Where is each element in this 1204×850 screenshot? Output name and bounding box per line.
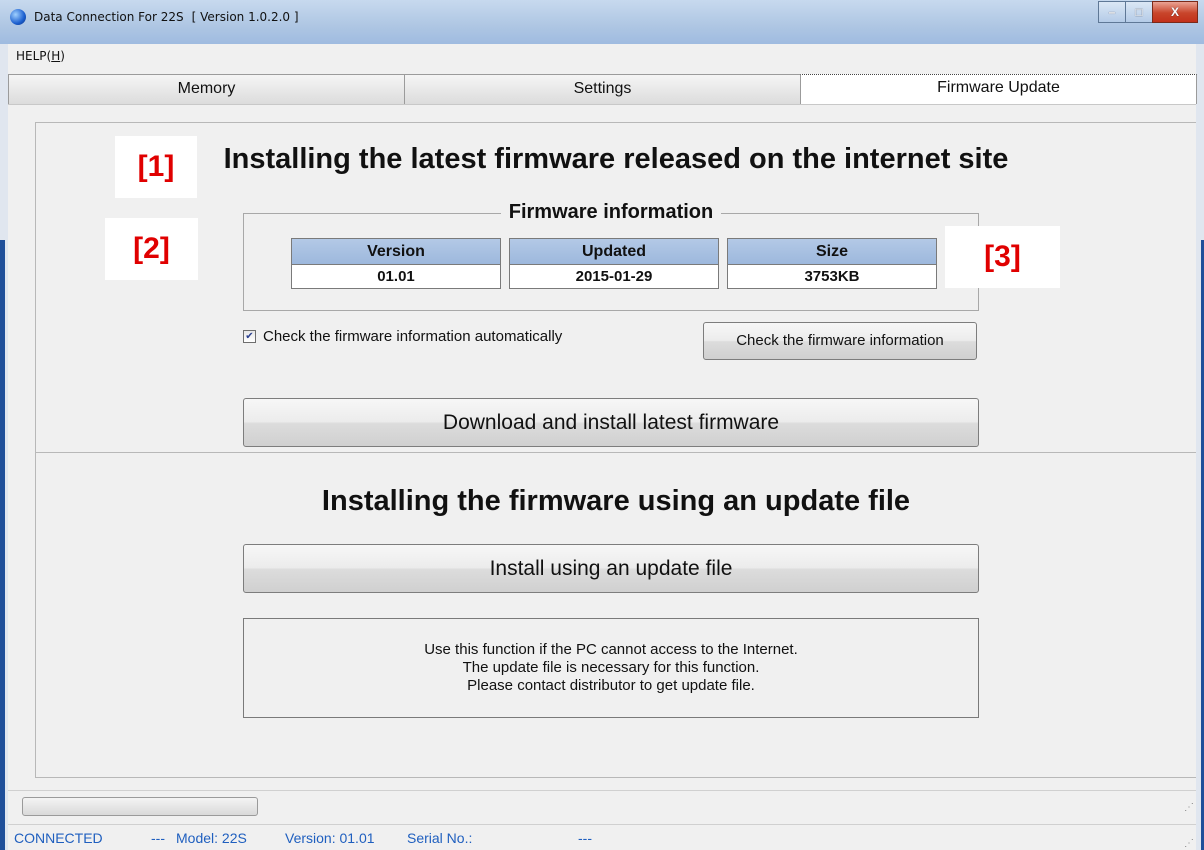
menu-bar: HELP(H) — [8, 44, 1196, 66]
tab-strip: Memory Settings Firmware Update — [8, 74, 1197, 104]
version-value: 01.01 — [292, 265, 500, 288]
progress-area — [8, 790, 1196, 819]
firmware-info-group: Firmware information Version 01.01 Updat… — [243, 201, 979, 311]
version-status: Version: 01.01 — [285, 830, 375, 846]
online-update-panel: Installing the latest firmware released … — [35, 122, 1196, 454]
callout-3: [3] — [945, 226, 1060, 288]
app-icon — [10, 9, 26, 25]
size-column: Size 3753KB — [727, 238, 937, 289]
online-update-heading: Installing the latest firmware released … — [223, 143, 1009, 175]
background-edge-left — [0, 240, 5, 850]
menu-help-suffix: ) — [60, 49, 65, 63]
file-update-heading: Installing the firmware using an update … — [321, 485, 911, 517]
window-title: Data Connection For 22S [ Version 1.0.2.0… — [34, 10, 299, 24]
tab-divider — [8, 104, 1196, 105]
menu-help-accelerator: H — [51, 49, 61, 63]
status-separator: --- — [151, 830, 165, 846]
file-update-panel: Installing the firmware using an update … — [35, 452, 1196, 778]
update-file-note-text: Use this function if the PC cannot acces… — [244, 641, 978, 695]
menu-help[interactable]: HELP(H) — [16, 49, 65, 63]
auto-check-row: ✔ Check the firmware information automat… — [243, 328, 562, 345]
updated-value: 2015-01-29 — [510, 265, 718, 288]
updated-header: Updated — [510, 239, 718, 265]
tab-settings[interactable]: Settings — [404, 74, 801, 104]
note-line: Please contact distributor to get update… — [467, 677, 755, 694]
progress-bar — [22, 797, 258, 816]
note-line: The update file is necessary for this fu… — [462, 659, 760, 676]
firmware-info-title: Firmware information — [500, 201, 722, 223]
title-bar[interactable]: Data Connection For 22S [ Version 1.0.2.0… — [0, 0, 1204, 45]
install-update-file-button[interactable]: Install using an update file — [243, 544, 979, 593]
download-install-button[interactable]: Download and install latest firmware — [243, 398, 979, 447]
app-name: Data Connection For 22S — [34, 10, 184, 24]
model-status: Model: 22S — [176, 830, 247, 846]
version-header: Version — [292, 239, 500, 265]
firmware-info-legend: Firmware information — [244, 201, 978, 224]
minimize-button[interactable]: – — [1098, 1, 1126, 23]
callout-1: [1] — [115, 136, 197, 198]
updated-column: Updated 2015-01-29 — [509, 238, 719, 289]
tab-memory[interactable]: Memory — [8, 74, 405, 104]
firmware-info-table: Version 01.01 Updated 2015-01-29 Size 37… — [291, 238, 937, 289]
close-button[interactable]: X — [1152, 1, 1198, 23]
resize-grip-icon: ⋰ — [1184, 802, 1194, 813]
check-firmware-button[interactable]: Check the firmware information — [703, 322, 977, 360]
version-column: Version 01.01 — [291, 238, 501, 289]
serial-status: Serial No.: — [407, 830, 473, 846]
auto-check-label[interactable]: Check the firmware information automatic… — [263, 328, 562, 345]
resize-grip-icon[interactable]: ⋰ — [1184, 838, 1194, 849]
size-value: 3753KB — [728, 265, 936, 288]
auto-check-checkbox[interactable]: ✔ — [243, 330, 256, 343]
checkmark-icon: ✔ — [245, 331, 254, 342]
minimize-icon: – — [1108, 5, 1116, 19]
connection-status: CONNECTED — [14, 830, 103, 846]
note-line: Use this function if the PC cannot acces… — [424, 641, 798, 658]
maximize-icon: □ — [1135, 5, 1143, 19]
window-controls: – □ X — [1098, 1, 1198, 23]
callout-2: [2] — [105, 218, 198, 280]
status-separator: --- — [578, 830, 592, 846]
app-version: [ Version 1.0.2.0 ] — [191, 10, 299, 24]
update-file-note: Use this function if the PC cannot acces… — [243, 618, 979, 718]
size-header: Size — [728, 239, 936, 265]
tab-firmware-update[interactable]: Firmware Update — [800, 74, 1197, 104]
status-bar: CONNECTED --- Model: 22S Version: 01.01 … — [8, 824, 1196, 850]
menu-help-prefix: HELP( — [16, 49, 52, 63]
close-icon: X — [1170, 5, 1179, 19]
app-window: Data Connection For 22S [ Version 1.0.2.0… — [0, 0, 1204, 850]
maximize-button[interactable]: □ — [1125, 1, 1153, 23]
